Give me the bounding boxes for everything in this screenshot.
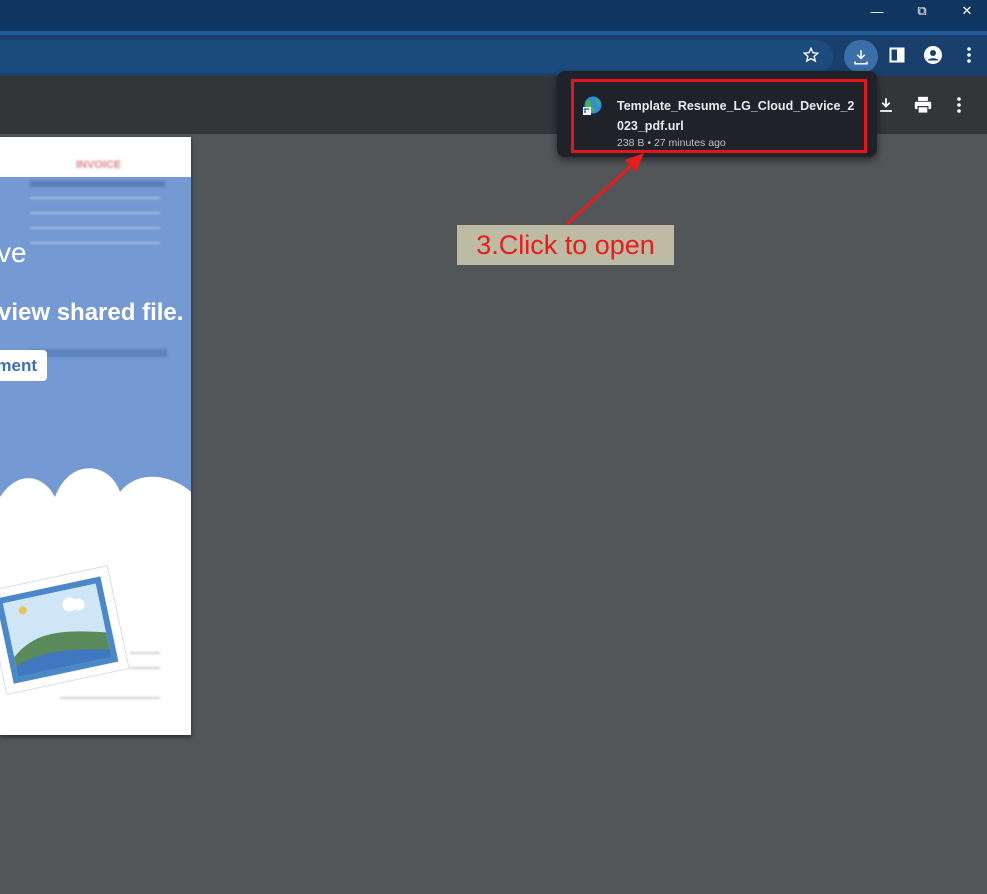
annotation-arrow [565, 153, 644, 226]
annotation-label: 3.Click to open [457, 225, 674, 265]
